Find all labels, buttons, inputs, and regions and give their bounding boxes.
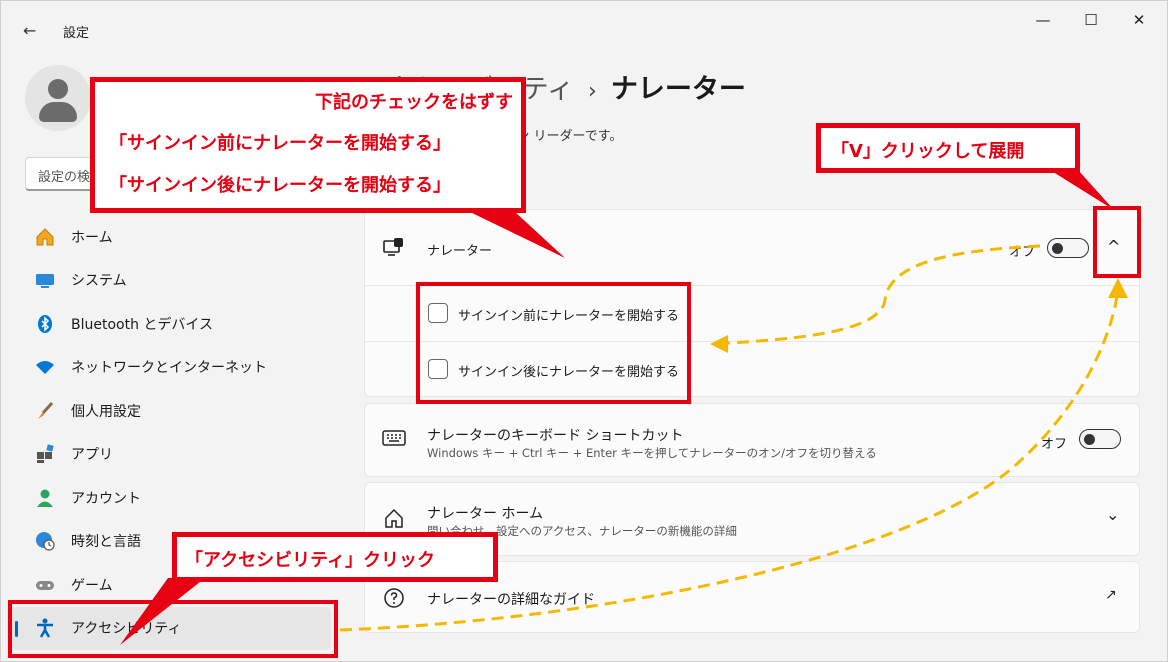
app-title: 設定 [63,26,90,41]
chevron-highlight [1093,206,1141,278]
sidebar-item-label: アカウント [71,490,141,507]
sidebar-item-label: Bluetooth とデバイス [71,316,213,333]
brush-icon [33,399,57,423]
sidebar-nav: ホーム システム Bluetooth とデバイス ネットワークとインターネット … [11,215,331,650]
instruction-line-1: 下記のチェックをはずす [315,92,513,113]
sidebar-item-label: アプリ [71,447,113,464]
sidebar-item-label: システム [71,273,127,290]
narrator-title: ナレーター [427,244,493,259]
narrator-toggle-label: オフ [1009,245,1036,260]
sidebar-item-label: ホーム [71,229,113,246]
narrator-toggle[interactable] [1047,238,1089,258]
sidebar-item-home[interactable]: ホーム [11,215,331,259]
sidebar-item-system[interactable]: システム [11,259,331,303]
sidebar-item-label: 個人用設定 [71,403,141,420]
sidebar-item-bluetooth[interactable]: Bluetooth とデバイス [11,302,331,346]
narrator-icon [382,237,406,263]
accessibility-callout-text: 「アクセシビリティ」クリック [185,550,436,571]
instruction-line-2: 「サインイン前にナレーターを開始する」 [109,133,451,154]
breadcrumb-separator-icon: › [588,79,597,104]
home-icon [33,225,57,249]
instruction-callout: 下記のチェックをはずす 「サインイン前にナレーターを開始する」 「サインイン後に… [90,77,526,213]
wifi-icon [33,355,57,379]
shortcut-toggle-label: オフ [1041,437,1068,452]
person-icon [33,486,57,510]
title-bar: ← 設定 — ☐ ✕ [1,1,1167,57]
expand-callout: 「V」クリックして展開 [816,123,1080,173]
home-outline-icon [383,507,405,533]
maximize-icon[interactable]: ☐ [1081,11,1101,29]
sidebar-item-apps[interactable]: アプリ [11,433,331,477]
globe-clock-icon [33,529,57,553]
narrator-guide-title: ナレーターの詳細なガイド [427,592,595,608]
accessibility-highlight [8,600,338,658]
help-icon [383,587,405,613]
bluetooth-icon [33,312,57,336]
minimize-icon[interactable]: — [1033,11,1053,29]
shortcut-subtitle: Windows キー + Ctrl キー + Enter キーを押してナレーター… [427,446,877,460]
chevron-down-icon[interactable]: ⌄ [1106,505,1119,524]
sidebar-item-personalization[interactable]: 個人用設定 [11,389,331,433]
narrator-home-title: ナレーター ホーム [427,506,544,522]
shortcut-title: ナレーターのキーボード ショートカット [427,428,684,444]
accessibility-callout: 「アクセシビリティ」クリック [172,532,498,582]
external-link-icon[interactable]: ↗ [1105,587,1117,603]
expand-callout-text: 「V」クリックして展開 [831,141,1025,162]
gamepad-icon [33,573,57,597]
close-icon[interactable]: ✕ [1129,11,1149,29]
monitor-icon [33,268,57,292]
instruction-line-3: 「サインイン後にナレーターを開始する」 [109,175,451,196]
avatar-body-icon [39,102,77,122]
sidebar-item-label: ネットワークとインターネット [71,360,267,377]
keyboard-icon [382,429,406,451]
toggle-knob [1084,433,1095,445]
apps-icon [33,442,57,466]
shortcut-toggle[interactable] [1079,429,1121,449]
user-avatar[interactable] [25,65,91,131]
toggle-knob [1052,242,1063,254]
avatar-head-icon [48,79,68,99]
sidebar-item-label: ゲーム [71,577,113,594]
sidebar-item-accounts[interactable]: アカウント [11,476,331,520]
sidebar-item-network[interactable]: ネットワークとインターネット [11,346,331,390]
sidebar-item-label: 時刻と言語 [71,534,141,551]
page-title: ナレーター [610,74,746,105]
back-arrow-icon[interactable]: ← [23,21,36,40]
checkbox-highlight [416,282,691,404]
